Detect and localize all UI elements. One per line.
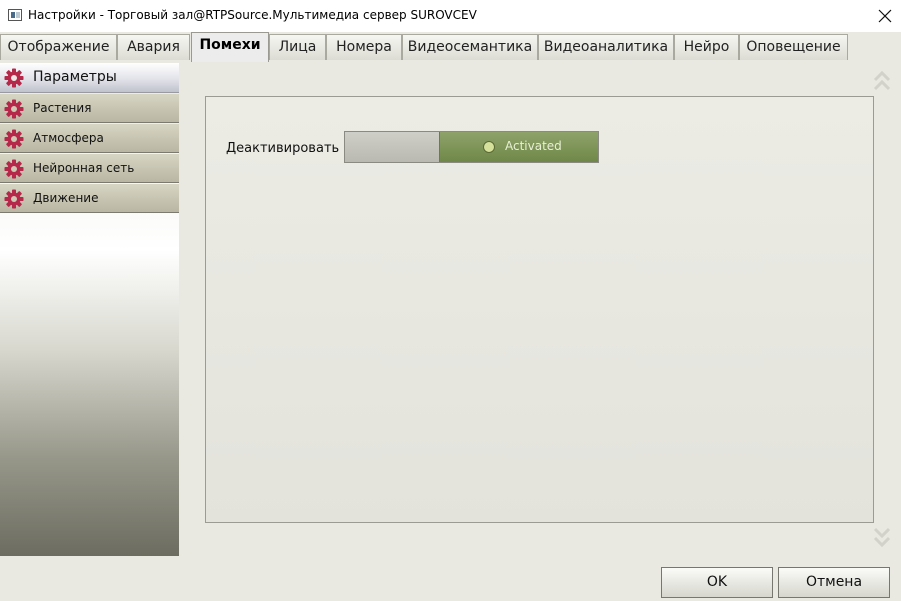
title-bar: Настройки - Торговый зал@RTPSource.Мульт… [0, 0, 901, 32]
tab-video-analytics[interactable]: Видеоаналитика [538, 34, 674, 60]
sidebar-item-label: Движение [33, 191, 99, 205]
gear-icon [4, 129, 24, 149]
close-icon [878, 9, 892, 23]
toggle-on-segment: Activated [439, 132, 598, 162]
sidebar-item-neural-network[interactable]: Нейронная сеть [0, 154, 179, 183]
scroll-up-button[interactable] [872, 68, 892, 96]
ok-button[interactable]: OK [661, 567, 773, 598]
settings-window: Отображение Авария Помехи Лица Номера Ви… [0, 32, 901, 601]
gear-icon [4, 189, 24, 209]
sidebar-item-plants[interactable]: Растения [0, 94, 179, 123]
tab-faces[interactable]: Лица [269, 34, 326, 60]
settings-panel: Деактивировать Activated [205, 96, 874, 523]
toggle-state-label: Activated [505, 139, 562, 153]
tab-video-semantics[interactable]: Видеосемантика [402, 34, 538, 60]
gear-icon [4, 159, 24, 179]
tab-numbers[interactable]: Номера [326, 34, 402, 60]
tab-neuro[interactable]: Нейро [674, 34, 739, 60]
chevron-down-icon [873, 527, 891, 548]
app-icon [8, 9, 22, 21]
sidebar-item-label: Растения [33, 101, 92, 115]
sidebar: Параметры Растения Атмосфера Нейронная с… [0, 63, 179, 556]
gear-icon [4, 68, 24, 88]
toggle-indicator-icon [483, 141, 495, 153]
cancel-button[interactable]: Отмена [778, 567, 890, 598]
tab-notification[interactable]: Оповещение [739, 34, 848, 60]
tab-interference[interactable]: Помехи [191, 32, 269, 62]
tab-bar: Отображение Авария Помехи Лица Номера Ви… [0, 32, 901, 62]
toggle-off-segment [345, 132, 439, 162]
window-title: Настройки - Торговый зал@RTPSource.Мульт… [28, 8, 477, 22]
sidebar-header-label: Параметры [33, 69, 117, 85]
close-button[interactable] [869, 0, 901, 32]
sidebar-item-motion[interactable]: Движение [0, 184, 179, 213]
sidebar-header-parameters[interactable]: Параметры [0, 63, 179, 93]
deactivate-label: Деактивировать [226, 141, 340, 156]
deactivate-toggle[interactable]: Activated [344, 131, 599, 163]
tab-display[interactable]: Отображение [0, 34, 117, 60]
scroll-down-button[interactable] [872, 522, 892, 550]
sidebar-item-atmosphere[interactable]: Атмосфера [0, 124, 179, 153]
tab-alarm[interactable]: Авария [117, 34, 190, 60]
sidebar-item-label: Нейронная сеть [33, 161, 135, 175]
chevron-up-icon [873, 70, 891, 91]
sidebar-item-label: Атмосфера [33, 131, 104, 145]
gear-icon [4, 99, 24, 119]
